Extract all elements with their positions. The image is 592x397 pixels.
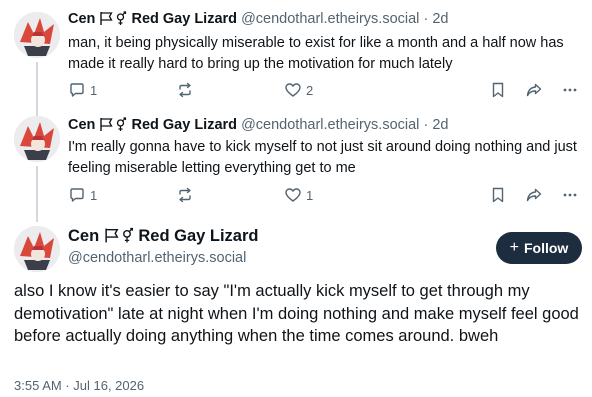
bookmark-button[interactable]: [489, 80, 507, 100]
boost-button[interactable]: [176, 80, 198, 100]
thread-post-1[interactable]: Cen Red Gay Lizard @cendotharl.etheirys.…: [0, 0, 592, 122]
display-name: Cen: [68, 227, 100, 245]
share-icon: [525, 186, 543, 204]
post-text: also I know it's easier to say "I'm actu…: [14, 282, 579, 345]
timestamp[interactable]: 3:55 AM · Jul 16, 2026: [14, 378, 144, 393]
main-post: Cen Red Gay Lizard @cendotharl.etheirys.…: [0, 212, 592, 397]
flag-icon: [99, 117, 114, 137]
flag-text: Red Gay Lizard: [131, 11, 238, 27]
reply-icon: [68, 81, 86, 99]
post-header: Cen Red Gay Lizard @cendotharl.etheirys.…: [68, 116, 448, 137]
thread-post-2[interactable]: Cen Red Gay Lizard @cendotharl.etheirys.…: [0, 108, 592, 222]
like-count: 2: [306, 82, 314, 98]
more-button[interactable]: [561, 80, 579, 100]
reply-count: 1: [90, 187, 98, 203]
avatar[interactable]: [14, 12, 60, 58]
handle[interactable]: @cendotharl.etheirys.social: [68, 250, 246, 266]
like-icon: [284, 81, 302, 99]
more-icon: [561, 81, 579, 99]
reply-button[interactable]: 1: [68, 185, 97, 205]
plus-icon: +: [509, 239, 519, 256]
flag-icon: [104, 227, 120, 249]
bookmark-button[interactable]: [489, 185, 507, 205]
bookmark-icon: [489, 186, 507, 204]
post-header: Cen Red Gay Lizard @cendotharl.etheirys.…: [68, 10, 448, 31]
boost-icon: [176, 186, 194, 204]
display-name[interactable]: Cen: [68, 117, 95, 133]
reply-icon: [68, 186, 86, 204]
post-time[interactable]: 2d: [432, 11, 448, 27]
post-actions: 1 2: [68, 80, 584, 100]
bookmark-icon: [489, 81, 507, 99]
boost-icon: [176, 81, 194, 99]
more-button[interactable]: [561, 185, 579, 205]
author-name[interactable]: Cen Red Gay Lizard: [68, 227, 258, 249]
avatar[interactable]: [14, 116, 60, 162]
display-name[interactable]: Cen: [68, 11, 95, 27]
share-button[interactable]: [525, 80, 543, 100]
post-text: man, it being physically miserable to ex…: [68, 35, 564, 72]
post-text: I'm really gonna have to kick myself to …: [68, 139, 577, 176]
boost-button[interactable]: [176, 185, 198, 205]
handle[interactable]: @cendotharl.etheirys.social: [241, 117, 419, 133]
handle[interactable]: @cendotharl.etheirys.social: [241, 11, 419, 27]
share-icon: [525, 81, 543, 99]
follow-button[interactable]: + Follow: [496, 232, 582, 264]
more-icon: [561, 186, 579, 204]
like-count: 1: [306, 187, 314, 203]
transgender-symbol-icon: [120, 227, 134, 249]
separator: ·: [423, 117, 429, 133]
flag-text: Red Gay Lizard: [131, 117, 238, 133]
like-button[interactable]: 2: [284, 80, 313, 100]
like-button[interactable]: 1: [284, 185, 313, 205]
post-time[interactable]: 2d: [432, 117, 448, 133]
flag-icon: [99, 11, 114, 31]
follow-label: Follow: [524, 240, 569, 256]
avatar[interactable]: [14, 226, 60, 272]
post-actions: 1 1: [68, 185, 584, 205]
reply-count: 1: [90, 82, 98, 98]
flag-text: Red Gay Lizard: [138, 227, 259, 245]
share-button[interactable]: [525, 185, 543, 205]
reply-button[interactable]: 1: [68, 80, 97, 100]
like-icon: [284, 186, 302, 204]
transgender-symbol-icon: [114, 117, 127, 137]
transgender-symbol-icon: [114, 11, 127, 31]
separator: ·: [423, 11, 429, 27]
